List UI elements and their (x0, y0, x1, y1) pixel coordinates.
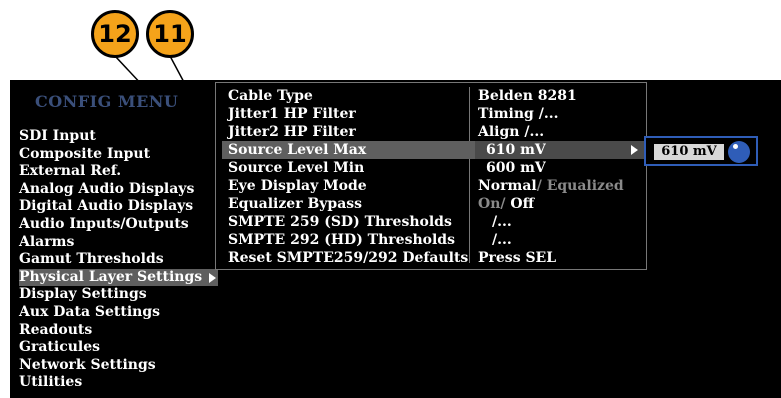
row-value: Timing /... (478, 106, 559, 122)
menu-item-label: Physical Layer Settings (19, 268, 203, 285)
menu-item-sdi-input[interactable]: SDI Input (19, 128, 218, 146)
value-field[interactable]: 610 mV (654, 144, 724, 160)
submenu-row-equalizer-bypass[interactable]: Equalizer Bypass On/ Off (222, 195, 642, 213)
config-menu-list: SDI Input Composite Input External Ref. … (19, 128, 218, 392)
row-value: 610 mV (486, 142, 546, 158)
menu-item-digital-audio-displays[interactable]: Digital Audio Displays (19, 198, 218, 216)
submenu-row-cable-type[interactable]: Cable Type Belden 8281 (222, 87, 642, 105)
row-value: 600 mV (486, 160, 546, 176)
row-value: /... (492, 214, 512, 230)
config-menu-panel: CONFIG MENU SDI Input Composite Input Ex… (10, 80, 218, 398)
waveform-monitor-screen: CONFIG MENU SDI Input Composite Input Ex… (10, 80, 781, 398)
menu-item-physical-layer-settings[interactable]: Physical Layer Settings (19, 268, 218, 287)
physical-layer-submenu: Cable Type Belden 8281 Jitter1 HP Filter… (215, 82, 647, 270)
submenu-row-source-level-min[interactable]: Source Level Min 600 mV (222, 159, 642, 177)
value-adjust-box[interactable]: 610 mV (644, 136, 758, 166)
row-value: Belden 8281 (478, 88, 577, 104)
value-option-on: On/ (478, 196, 506, 212)
callout-11: 11 (146, 10, 194, 58)
menu-item-alarms[interactable]: Alarms (19, 234, 218, 252)
knob-icon[interactable] (728, 141, 750, 163)
menu-item-aux-data-settings[interactable]: Aux Data Settings (19, 304, 218, 322)
row-value: Align /... (478, 124, 545, 140)
row-value: /... (492, 232, 512, 248)
value-option-equalized: / Equalized (536, 178, 624, 194)
menu-item-composite-input[interactable]: Composite Input (19, 146, 218, 164)
row-label: Jitter2 HP Filter (228, 124, 356, 140)
submenu-row-source-level-max[interactable]: Source Level Max 610 mV (222, 141, 645, 159)
submenu-row-jitter2-hp-filter[interactable]: Jitter2 HP Filter Align /... (222, 123, 642, 141)
row-label: Reset SMPTE259/292 Defaults (228, 250, 469, 266)
row-label: Eye Display Mode (228, 178, 367, 194)
menu-item-display-settings[interactable]: Display Settings (19, 286, 218, 304)
submenu-row-smpte-292-thresholds[interactable]: SMPTE 292 (HD) Thresholds /... (222, 231, 642, 249)
row-value: Press SEL (478, 250, 557, 266)
menu-item-analog-audio-displays[interactable]: Analog Audio Displays (19, 181, 218, 199)
value-option-normal: Normal (478, 178, 537, 194)
row-value: Normal/ Equalized (478, 177, 624, 195)
config-menu-title: CONFIG MENU (35, 92, 179, 111)
submenu-arrow-icon (209, 272, 216, 283)
row-label: Source Level Min (228, 160, 365, 176)
row-label: Cable Type (228, 88, 313, 104)
submenu-row-smpte-259-thresholds[interactable]: SMPTE 259 (SD) Thresholds /... (222, 213, 642, 231)
menu-item-gamut-thresholds[interactable]: Gamut Thresholds (19, 251, 218, 269)
menu-item-network-settings[interactable]: Network Settings (19, 357, 218, 375)
row-arrow-icon (631, 145, 638, 155)
row-label: Source Level Max (228, 142, 367, 158)
menu-item-audio-inputs-outputs[interactable]: Audio Inputs/Outputs (19, 216, 218, 234)
row-label: SMPTE 259 (SD) Thresholds (228, 214, 452, 230)
menu-item-readouts[interactable]: Readouts (19, 322, 218, 340)
submenu-row-reset-defaults[interactable]: Reset SMPTE259/292 Defaults Press SEL (222, 249, 642, 267)
submenu-row-jitter1-hp-filter[interactable]: Jitter1 HP Filter Timing /... (222, 105, 642, 123)
menu-item-external-ref[interactable]: External Ref. (19, 163, 218, 181)
row-value: On/ Off (478, 195, 534, 213)
row-label: SMPTE 292 (HD) Thresholds (228, 232, 455, 248)
submenu-row-eye-display-mode[interactable]: Eye Display Mode Normal/ Equalized (222, 177, 642, 195)
value-option-off: Off (505, 196, 535, 212)
menu-item-utilities[interactable]: Utilities (19, 374, 218, 392)
menu-item-graticules[interactable]: Graticules (19, 339, 218, 357)
row-label: Jitter1 HP Filter (228, 106, 356, 122)
callout-12: 12 (91, 10, 139, 58)
row-label: Equalizer Bypass (228, 196, 363, 212)
